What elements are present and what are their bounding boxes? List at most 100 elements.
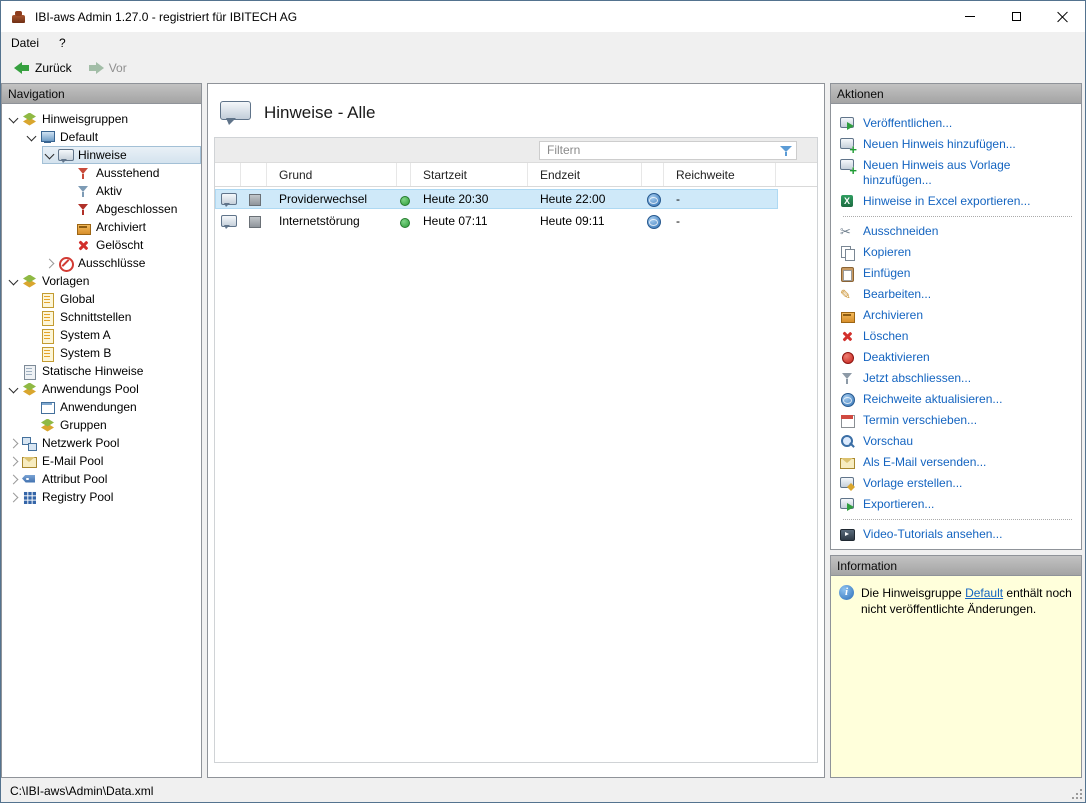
- filter-input[interactable]: [539, 140, 797, 160]
- tree-item-system-a[interactable]: System A: [6, 326, 201, 344]
- tree-item-content[interactable]: Schnittstellen: [24, 308, 201, 326]
- tree-item-system-b[interactable]: System B: [6, 344, 201, 362]
- action-video-tutorials-ansehen[interactable]: Video-Tutorials ansehen...: [840, 524, 1075, 545]
- tree-item-attribut-pool[interactable]: Attribut Pool: [6, 470, 201, 488]
- tree-item-statische-hinweise[interactable]: Statische Hinweise: [6, 362, 201, 380]
- tree-item-content[interactable]: Global: [24, 290, 201, 308]
- action-archivieren[interactable]: Archivieren: [840, 305, 1075, 326]
- tree-item-archiviert[interactable]: Archiviert: [6, 218, 201, 236]
- chevron-down-icon[interactable]: [6, 381, 22, 397]
- tree-item-hinweisgruppen[interactable]: Hinweisgruppen: [6, 110, 201, 128]
- tree-item-content[interactable]: Abgeschlossen: [60, 200, 201, 218]
- table-row-providerwechsel[interactable]: Providerwechsel Heute 20:30 Heute 22:00 -: [215, 189, 778, 209]
- chevron-right-icon[interactable]: [6, 471, 22, 487]
- menu-help[interactable]: ?: [49, 32, 76, 54]
- action-neuen-hinweis-hinzufügen[interactable]: Neuen Hinweis hinzufügen...: [840, 134, 1075, 156]
- action-label: Neuen Hinweis aus Vorlage hinzufügen...: [863, 158, 1011, 187]
- action-deaktivieren[interactable]: Deaktivieren: [840, 347, 1075, 368]
- forward-button[interactable]: Vor: [81, 58, 134, 78]
- tree-item-ausstehend[interactable]: Ausstehend: [6, 164, 201, 182]
- minimize-button[interactable]: [947, 1, 993, 32]
- tree-item-content[interactable]: Vorlagen: [6, 272, 201, 290]
- chevron-right-icon[interactable]: [6, 453, 22, 469]
- column-header-grund[interactable]: Grund: [267, 163, 397, 186]
- tree-item-content[interactable]: Gruppen: [24, 416, 201, 434]
- tree-item-default[interactable]: Default: [6, 128, 201, 146]
- default-group-link[interactable]: Default: [965, 586, 1003, 600]
- tree-item-anwendungs-pool[interactable]: Anwendungs Pool: [6, 380, 201, 398]
- filter-funnel-icon[interactable]: [779, 144, 793, 158]
- tree-item-anwendungen[interactable]: Anwendungen: [6, 398, 201, 416]
- tree-item-content[interactable]: Gelöscht: [60, 236, 201, 254]
- tree-item-content[interactable]: System A: [24, 326, 201, 344]
- tree-item-gelöscht[interactable]: Gelöscht: [6, 236, 201, 254]
- chevron-right-icon[interactable]: [6, 489, 22, 505]
- column-header-reichweite[interactable]: Reichweite: [664, 163, 776, 186]
- tree-item-aktiv[interactable]: Aktiv: [6, 182, 201, 200]
- tree-item-abgeschlossen[interactable]: Abgeschlossen: [6, 200, 201, 218]
- chevron-down-icon[interactable]: [24, 129, 40, 145]
- tree-item-e-mail-pool[interactable]: E-Mail Pool: [6, 452, 201, 470]
- column-header-startzeit[interactable]: Startzeit: [411, 163, 528, 186]
- action-jetzt-abschliessen[interactable]: Jetzt abschliessen...: [840, 368, 1075, 389]
- tree-item-content[interactable]: Ausschlüsse: [42, 254, 201, 272]
- action-einfügen[interactable]: Einfügen: [840, 263, 1075, 284]
- action-löschen[interactable]: Löschen: [840, 326, 1075, 347]
- tree-item-content[interactable]: Aktiv: [60, 182, 201, 200]
- tree-item-schnittstellen[interactable]: Schnittstellen: [6, 308, 201, 326]
- tree-item-content[interactable]: Attribut Pool: [6, 470, 201, 488]
- tree-item-content[interactable]: Archiviert: [60, 218, 201, 236]
- table-row-internetstörung[interactable]: Internetstörung Heute 07:11 Heute 09:11 -: [215, 211, 778, 231]
- navigation-header: Navigation: [2, 84, 201, 104]
- tree-item-content[interactable]: Netzwerk Pool: [6, 434, 201, 452]
- action-hinweise-in-excel-exportieren[interactable]: Hinweise in Excel exportieren...: [840, 191, 1075, 212]
- chevron-placeholder: [24, 417, 40, 433]
- tree-item-content[interactable]: System B: [24, 344, 201, 362]
- tree-item-content[interactable]: Ausstehend: [60, 164, 201, 182]
- tree-item-registry-pool[interactable]: Registry Pool: [6, 488, 201, 506]
- tree-item-content[interactable]: Statische Hinweise: [6, 362, 201, 380]
- column-header-endzeit[interactable]: Endzeit: [528, 163, 642, 186]
- close-button[interactable]: [1039, 1, 1085, 32]
- chevron-right-icon[interactable]: [42, 255, 58, 271]
- action-reichweite-aktualisieren[interactable]: Reichweite aktualisieren...: [840, 389, 1075, 410]
- tree-item-netzwerk-pool[interactable]: Netzwerk Pool: [6, 434, 201, 452]
- maximize-button[interactable]: [993, 1, 1039, 32]
- action-als-e-mail-versenden[interactable]: Als E-Mail versenden...: [840, 452, 1075, 473]
- actions-separator: [843, 519, 1072, 520]
- tree-item-content[interactable]: E-Mail Pool: [6, 452, 201, 470]
- tree-item-label: Netzwerk Pool: [42, 436, 120, 450]
- tree-item-content[interactable]: Anwendungen: [24, 398, 201, 416]
- tree-item-content[interactable]: Anwendungs Pool: [6, 380, 201, 398]
- menu-datei[interactable]: Datei: [1, 32, 49, 54]
- chevron-right-icon[interactable]: [6, 435, 22, 451]
- chevron-down-icon[interactable]: [6, 111, 22, 127]
- tree-item-content[interactable]: Hinweise: [42, 146, 201, 164]
- tree-item-content[interactable]: Registry Pool: [6, 488, 201, 506]
- tree-item-gruppen[interactable]: Gruppen: [6, 416, 201, 434]
- tree-item-global[interactable]: Global: [6, 290, 201, 308]
- back-button[interactable]: Zurück: [7, 58, 79, 78]
- tree-item-vorlagen[interactable]: Vorlagen: [6, 272, 201, 290]
- action-label: Als E-Mail versenden...: [863, 455, 987, 469]
- deactivate-icon: [840, 350, 855, 365]
- action-label: Einfügen: [863, 266, 911, 280]
- tree-item-content[interactable]: Hinweisgruppen: [6, 110, 201, 128]
- action-ausschneiden[interactable]: Ausschneiden: [840, 221, 1075, 242]
- action-exportieren[interactable]: Exportieren...: [840, 494, 1075, 515]
- action-bearbeiten[interactable]: Bearbeiten...: [840, 284, 1075, 305]
- tree-item-content[interactable]: Default: [24, 128, 201, 146]
- resize-grip-icon[interactable]: [1069, 786, 1082, 799]
- chevron-down-icon[interactable]: [42, 147, 58, 163]
- tree-item-hinweise[interactable]: Hinweise: [6, 146, 201, 164]
- action-neuen-hinweis-aus-vorlage-hinzufügen[interactable]: Neuen Hinweis aus Vorlage hinzufügen...: [840, 155, 1075, 191]
- navigation-panel: Navigation Hinweisgruppen Default Hinweise…: [1, 83, 202, 778]
- action-termin-verschieben[interactable]: Termin verschieben...: [840, 410, 1075, 431]
- action-vorschau[interactable]: Vorschau: [840, 431, 1075, 452]
- action-kopieren[interactable]: Kopieren: [840, 242, 1075, 263]
- tree-item-ausschlüsse[interactable]: Ausschlüsse: [6, 254, 201, 272]
- action-vorlage-erstellen[interactable]: Vorlage erstellen...: [840, 473, 1075, 494]
- chevron-down-icon[interactable]: [6, 273, 22, 289]
- action-veröffentlichen[interactable]: Veröffentlichen...: [840, 113, 1075, 134]
